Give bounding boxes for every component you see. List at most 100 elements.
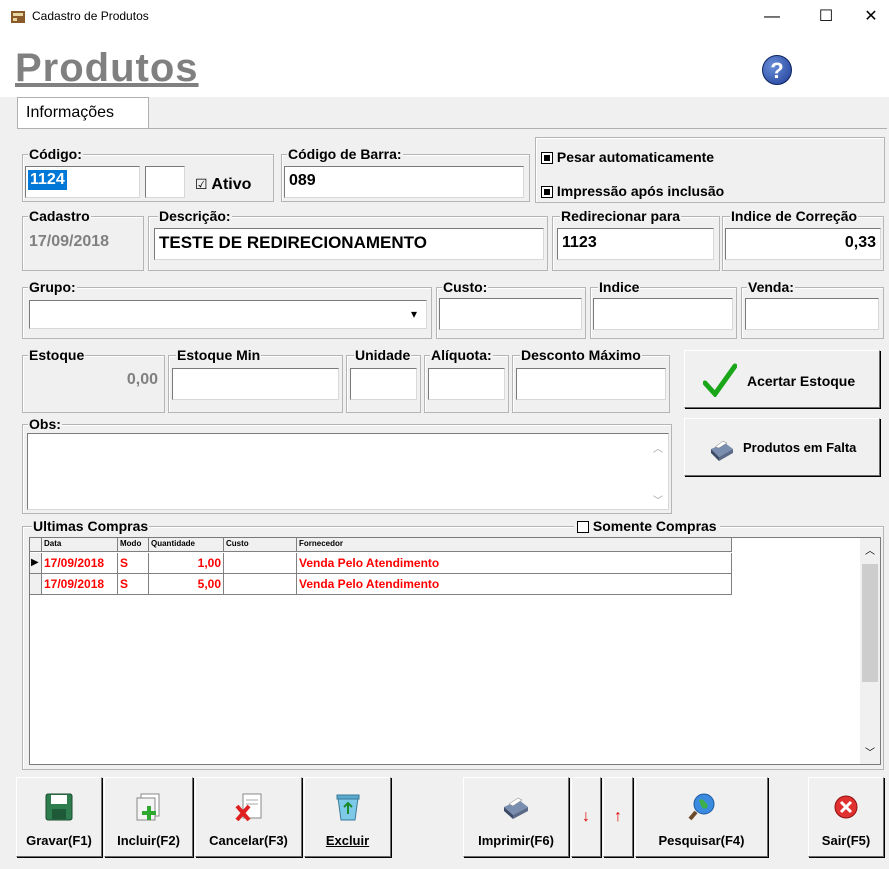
chevron-down-icon[interactable]: ▾ (404, 303, 424, 326)
scroll-down-icon[interactable]: ﹀ (653, 492, 663, 507)
codigo-input-value: 1124 (28, 170, 67, 190)
descricao-input[interactable]: TESTE DE REDIRECIONAMENTO (154, 228, 544, 260)
cell-modo: S (118, 553, 149, 574)
table-row[interactable]: ▶ 17/09/2018 S 1,00 Venda Pelo Atendimen… (30, 553, 732, 574)
maximize-button[interactable]: ☐ (803, 0, 849, 34)
page-title: Produtos (15, 46, 199, 90)
row-indicator (30, 574, 42, 595)
obs-textarea[interactable] (27, 433, 669, 510)
close-button[interactable]: ✕ (848, 0, 889, 34)
save-icon (45, 793, 73, 821)
cell-custo (224, 574, 297, 595)
pesar-label: Pesar automaticamente (556, 149, 715, 165)
impressao-checkbox[interactable]: Impressão após inclusão (541, 183, 724, 199)
imprimir-label: Imprimir(F6) (478, 833, 554, 848)
compras-grid[interactable]: Data Modo Quantidade Custo Fornecedor ▶ … (29, 537, 881, 765)
exit-icon (834, 795, 858, 819)
imprimir-button[interactable]: Imprimir(F6) (463, 777, 569, 857)
cancelar-button[interactable]: Cancelar(F3) (195, 777, 302, 857)
search-globe-icon (687, 793, 714, 821)
indice-correcao-label: Indice de Correção (730, 208, 859, 224)
acertar-estoque-label: Acertar Estoque (747, 373, 856, 389)
recycle-bin-icon (336, 794, 359, 821)
cell-fornecedor: Venda Pelo Atendimento (297, 574, 732, 595)
excluir-button[interactable]: Excluir (304, 777, 391, 857)
obs-scrollbar[interactable]: ︿ ﹀ (649, 434, 667, 509)
grid-header-data[interactable]: Data (42, 538, 118, 551)
indice-input[interactable] (593, 298, 733, 330)
codigo-extra-input[interactable] (145, 166, 185, 198)
desconto-label: Desconto Máximo (520, 347, 642, 363)
cell-data: 17/09/2018 (42, 574, 118, 595)
cell-fornecedor: Venda Pelo Atendimento (297, 553, 732, 574)
cell-quantidade: 1,00 (149, 553, 224, 574)
aliquota-input[interactable] (428, 368, 505, 400)
cell-quantidade: 5,00 (149, 574, 224, 595)
minimize-button[interactable]: — (749, 0, 795, 34)
scrollbar-thumb[interactable] (862, 564, 878, 682)
scroll-up-icon[interactable]: ︿ (653, 440, 663, 455)
cell-modo: S (118, 574, 149, 595)
excluir-label: Excluir (325, 833, 370, 848)
indice-correcao-input[interactable]: 0,33 (725, 228, 881, 260)
produtos-em-falta-button[interactable]: Produtos em Falta (684, 418, 880, 476)
descricao-label: Descrição: (158, 208, 232, 224)
acertar-estoque-button[interactable]: Acertar Estoque (684, 350, 880, 408)
add-document-icon (136, 793, 159, 821)
gravar-button[interactable]: Gravar(F1) (16, 777, 102, 857)
ativo-label: Ativo (211, 176, 252, 193)
tab-panel-border (17, 128, 887, 132)
grid-header-quantidade[interactable]: Quantidade (149, 538, 224, 551)
grid-header-modo[interactable]: Modo (118, 538, 149, 551)
venda-input[interactable] (745, 298, 879, 330)
ativo-check-icon: ☑ (195, 176, 208, 192)
unidade-label: Unidade (354, 347, 412, 363)
grid-scrollbar[interactable]: ︿ ﹀ (860, 538, 880, 764)
scroll-up-icon[interactable]: ︿ (865, 542, 875, 557)
pesar-checkbox[interactable]: Pesar automaticamente (541, 149, 714, 165)
ultimas-compras-label: Ultimas Compras (32, 518, 150, 534)
impressao-check-icon (541, 186, 553, 199)
incluir-button[interactable]: Incluir(F2) (104, 777, 193, 857)
pesquisar-label: Pesquisar(F4) (658, 833, 745, 848)
printer-icon (711, 440, 733, 461)
table-row[interactable]: 17/09/2018 S 5,00 Venda Pelo Atendimento (30, 574, 732, 595)
grid-header-custo[interactable]: Custo (224, 538, 297, 551)
redirecionar-input[interactable]: 1123 (557, 228, 714, 260)
incluir-label: Incluir(F2) (117, 833, 180, 848)
move-up-button[interactable]: ↑ (603, 777, 633, 857)
estoque-min-input[interactable] (172, 368, 339, 400)
help-icon[interactable]: ? (762, 55, 792, 85)
tab-informacoes[interactable]: Informações (17, 97, 149, 129)
gravar-label: Gravar(F1) (26, 833, 92, 848)
grid-header-indicator (30, 538, 42, 551)
estoque-min-label: Estoque Min (176, 347, 262, 363)
produtos-em-falta-label: Produtos em Falta (743, 440, 857, 455)
check-icon (703, 363, 737, 397)
pesquisar-button[interactable]: Pesquisar(F4) (635, 777, 768, 857)
redirecionar-label: Redirecionar para (560, 208, 682, 224)
arrow-up-icon: ↑ (614, 808, 622, 825)
somente-compras-checkbox[interactable]: Somente Compras (574, 518, 720, 534)
row-indicator-icon: ▶ (30, 553, 42, 574)
grid-header-fornecedor[interactable]: Fornecedor (297, 538, 732, 551)
sair-button[interactable]: Sair(F5) (808, 777, 884, 857)
grupo-select[interactable] (29, 300, 427, 329)
codigo-label: Código: (28, 146, 83, 162)
codigo-input[interactable]: 1124 (25, 166, 140, 198)
desconto-input[interactable] (516, 368, 666, 400)
somente-compras-label: Somente Compras (592, 518, 717, 534)
somente-compras-check-icon (577, 521, 589, 534)
impressao-label: Impressão após inclusão (556, 183, 725, 199)
move-down-button[interactable]: ↓ (571, 777, 601, 857)
app-icon (11, 11, 25, 23)
ativo-checkbox[interactable]: ☑ Ativo (195, 176, 251, 194)
cadastro-value: 17/09/2018 (25, 228, 140, 260)
venda-label: Venda: (747, 279, 795, 295)
custo-input[interactable] (439, 298, 582, 330)
arrow-down-icon: ↓ (582, 808, 590, 825)
codigo-barra-label: Código de Barra: (287, 146, 403, 162)
codigo-barra-input[interactable]: 089 (284, 166, 524, 198)
scroll-down-icon[interactable]: ﹀ (865, 744, 875, 759)
unidade-input[interactable] (350, 368, 417, 400)
